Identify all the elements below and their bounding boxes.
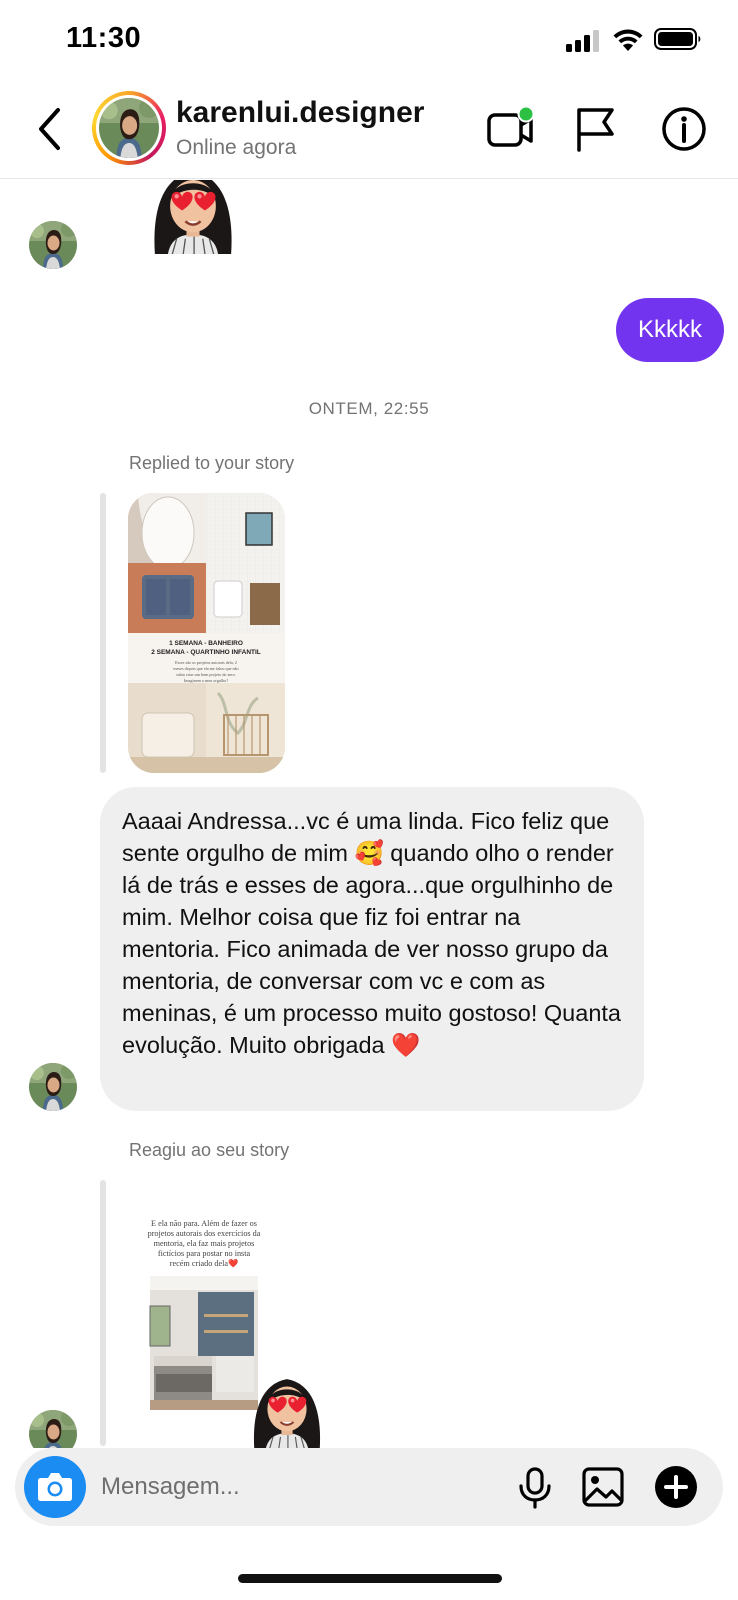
gallery-icon[interactable]: [579, 1463, 627, 1511]
story2-caption-4: fictícios para postar no insta: [158, 1249, 251, 1258]
avatar: [29, 1063, 77, 1111]
story2-caption-3: mentoria, ela faz mais projetos: [154, 1239, 255, 1248]
microphone-icon[interactable]: [511, 1463, 559, 1511]
signal-icon: [566, 30, 599, 52]
battery-icon: [654, 28, 701, 50]
story2-caption-5: recém criado dela❤️: [170, 1258, 239, 1268]
back-chevron-icon[interactable]: [34, 106, 66, 152]
video-call-icon[interactable]: [486, 104, 536, 154]
camera-button[interactable]: [24, 1456, 86, 1518]
reply-quote-bar: [100, 1180, 106, 1446]
message-timestamp: ONTEM, 22:55: [308, 399, 430, 418]
info-icon[interactable]: [659, 104, 709, 154]
memoji-sticker[interactable]: [245, 1362, 329, 1448]
bedroom-photo: [149, 1276, 258, 1410]
online-status: Online agora: [176, 136, 297, 159]
profile-avatar: [99, 98, 159, 158]
memoji-sticker[interactable]: [140, 180, 246, 258]
camera-icon: [38, 1473, 72, 1501]
sent-message-bubble[interactable]: Kkkkk: [615, 298, 724, 362]
story-line-1: 1 SEMANA - BANHEIRO: [169, 640, 243, 647]
sender-avatar[interactable]: [29, 221, 77, 269]
home-indicator[interactable]: [238, 1574, 502, 1583]
heart-eyes-memoji: [144, 180, 242, 258]
story-caption-3: sabia criar um bom projeto do zero.: [176, 672, 236, 677]
avatar: [29, 221, 77, 269]
message-composer: [15, 1448, 723, 1526]
story-caption-4: Imaginem o meu orgulho?: [184, 678, 228, 683]
story2-caption-1: E ela não para. Além de fazer os: [151, 1219, 257, 1228]
sender-avatar[interactable]: [29, 1063, 77, 1111]
status-bar: 11:30: [0, 0, 738, 80]
story-reaction-label: Reagiu ao seu story: [129, 1140, 290, 1160]
add-icon[interactable]: [651, 1462, 701, 1512]
status-time: 11:30: [66, 22, 142, 54]
chat-username[interactable]: karenlui.designer: [176, 96, 424, 130]
sender-avatar[interactable]: [29, 1410, 77, 1448]
story-line-2: 2 SEMANA - QUARTINHO INFANTIL: [151, 649, 261, 656]
reply-quote-bar: [100, 493, 106, 773]
bathroom-render-image: 1 SEMANA - BANHEIRO 2 SEMANA - QUARTINHO…: [128, 493, 285, 773]
flag-icon[interactable]: [572, 104, 622, 154]
heart-eyes-memoji: [245, 1362, 329, 1448]
received-message-bubble[interactable]: Aaaai Andressa...vc é uma linda. Fico fe…: [100, 787, 644, 1111]
received-message-text: Aaaai Andressa...vc é uma linda. Fico fe…: [122, 808, 621, 1058]
story-reply-label: Replied to your story: [129, 453, 295, 473]
story-caption-2: meses depois que ela me falou que não: [173, 666, 238, 671]
avatar: [29, 1410, 77, 1448]
story2-caption-2: projetos autorais dos exercícios da: [148, 1229, 261, 1238]
story-thumbnail[interactable]: 1 SEMANA - BANHEIRO 2 SEMANA - QUARTINHO…: [128, 493, 285, 773]
profile-avatar-ring[interactable]: [92, 91, 166, 165]
chat-header: karenlui.designer Online agora: [0, 80, 738, 179]
wifi-icon: [613, 29, 643, 51]
message-input[interactable]: [101, 1448, 481, 1526]
